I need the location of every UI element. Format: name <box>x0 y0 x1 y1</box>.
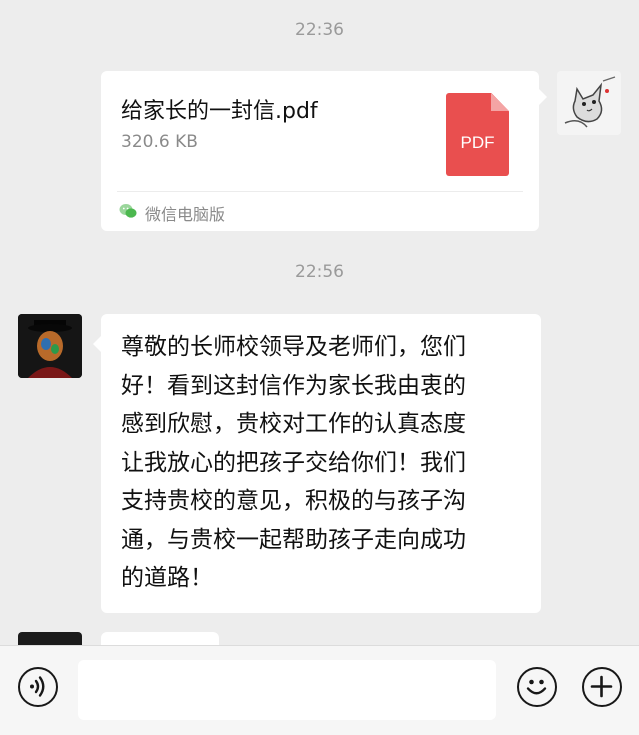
emoji-icon <box>526 679 547 695</box>
message-text: 尊敬的长师校领导及老师们，您们 好！看到这封信作为家长我由衷的 感到欣慰，贵校对… <box>121 334 466 591</box>
voice-icon <box>30 676 45 697</box>
text-message-bubble[interactable]: 尊敬的长师校领导及老师们，您们 好！看到这封信作为家长我由衷的 感到欣慰，贵校对… <box>93 314 541 613</box>
input-bar <box>0 645 639 735</box>
source-label: 微信电脑版 <box>145 205 226 224</box>
voice-button[interactable] <box>18 667 58 707</box>
file-message-bubble[interactable]: 给家长的一封信.pdf 320.6 KB PDF 微信电脑版 <box>101 71 547 231</box>
text-message-bubble[interactable] <box>101 632 219 646</box>
contact-avatar[interactable] <box>18 314 82 378</box>
cat-drawing-avatar-icon <box>557 71 621 135</box>
divider <box>117 191 523 192</box>
file-name: 给家长的一封信.pdf <box>121 99 318 124</box>
contact-avatar[interactable] <box>18 632 82 646</box>
person-avatar-icon <box>18 314 82 378</box>
timestamp: 22:56 <box>295 262 344 282</box>
timestamp: 22:36 <box>295 20 344 40</box>
plus-button[interactable] <box>582 667 622 707</box>
emoji-button[interactable] <box>517 667 557 707</box>
wechat-icon <box>119 204 137 218</box>
message-input[interactable] <box>78 660 496 720</box>
pdf-icon-label: PDF <box>460 133 495 152</box>
my-avatar[interactable] <box>557 71 621 135</box>
plus-icon <box>590 675 613 698</box>
file-size: 320.6 KB <box>121 132 198 152</box>
